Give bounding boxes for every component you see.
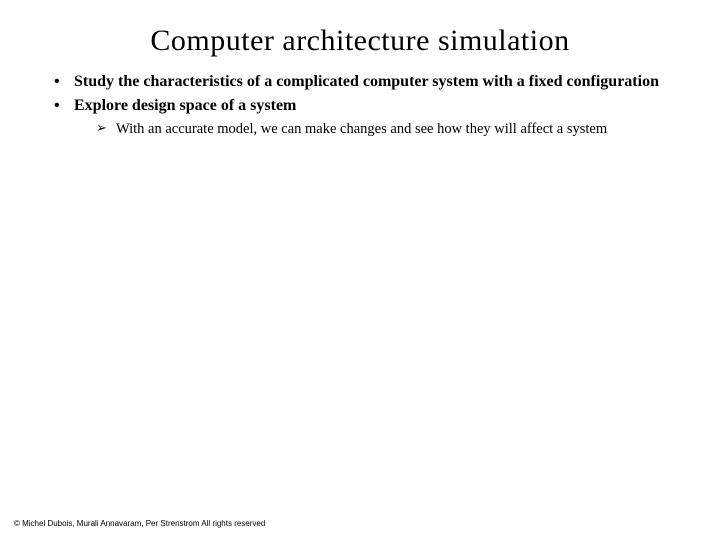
bullet-item: Explore design space of a system With an…	[54, 96, 692, 139]
bullet-item: Study the characteristics of a complicat…	[54, 72, 692, 92]
sub-bullet-item: With an accurate model, we can make chan…	[96, 120, 692, 139]
slide-title: Computer architecture simulation	[28, 24, 692, 58]
bullet-list: Study the characteristics of a complicat…	[28, 72, 692, 139]
slide: Computer architecture simulation Study t…	[0, 0, 720, 540]
sub-bullet-text: With an accurate model, we can make chan…	[116, 121, 607, 137]
copyright-footer: © Michel Dubois, Murali Annavaram, Per S…	[14, 519, 265, 528]
bullet-text: Study the characteristics of a complicat…	[74, 73, 659, 90]
sub-bullet-list: With an accurate model, we can make chan…	[74, 120, 692, 139]
bullet-text: Explore design space of a system	[74, 97, 296, 114]
